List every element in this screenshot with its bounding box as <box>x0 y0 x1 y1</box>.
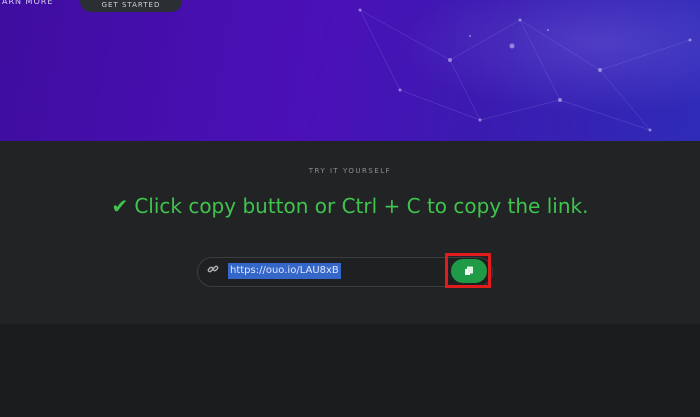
link-url-input[interactable]: https://ouo.io/LAU8xB <box>228 263 341 279</box>
learn-more-button[interactable]: ARN MORE <box>0 0 61 12</box>
checkmark-icon: ✔ <box>111 194 129 218</box>
copy-icon <box>465 266 473 275</box>
instruction-headline: ✔ Click copy button or Ctrl + C to copy t… <box>0 194 700 218</box>
link-icon <box>205 263 221 279</box>
hero-banner: ARN MORE GET STARTED <box>0 0 700 141</box>
section-eyebrow: TRY IT YOURSELF <box>308 167 392 175</box>
instruction-text: Click copy button or Ctrl + C to copy th… <box>134 194 589 218</box>
get-started-button[interactable]: GET STARTED <box>80 0 182 12</box>
copy-button[interactable] <box>451 259 487 283</box>
page-footer-area <box>0 324 700 417</box>
network-map-graphic <box>300 0 700 141</box>
